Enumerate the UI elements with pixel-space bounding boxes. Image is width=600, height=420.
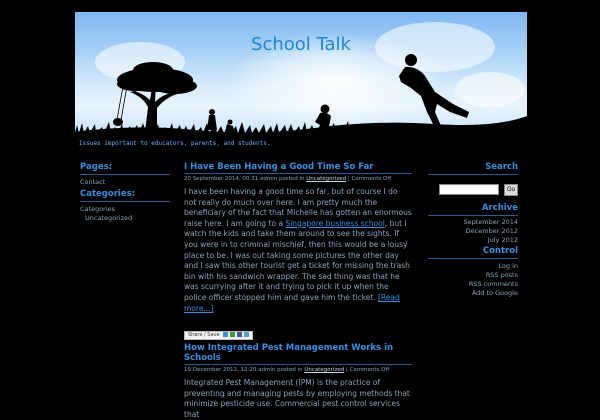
- post-body: Integrated Pest Management (IPM) is the …: [184, 378, 410, 419]
- login-link[interactable]: Log in: [428, 262, 518, 271]
- site-tagline: Issues important to educators, parents, …: [79, 140, 271, 147]
- control-heading: Control: [428, 246, 518, 259]
- post: How Integrated Pest Management Works in …: [184, 343, 412, 420]
- post-category-link[interactable]: Uncategorized: [304, 367, 344, 373]
- share-icon: [230, 332, 236, 338]
- header-banner: School Talk Issues important to educator…: [75, 12, 527, 148]
- main-content: I Have Been Having a Good Time So Far 20…: [184, 162, 412, 419]
- post-text: , but I watch the kids and take them aro…: [184, 218, 410, 302]
- search-heading: Search: [428, 162, 518, 175]
- left-sidebar: Pages: Contact Categories: Categories Un…: [80, 162, 170, 223]
- post-meta: 20 September 2014, 00:31 admin posted in…: [184, 176, 412, 182]
- post-comments: | Comments Off: [346, 176, 392, 182]
- share-icon: [223, 332, 229, 338]
- singapore-business-school-link[interactable]: Singapore business school: [285, 219, 384, 228]
- search-go-button[interactable]: Go: [503, 183, 518, 196]
- archive-list: September 2014 December 2012 July 2012: [428, 218, 518, 245]
- categories-heading: Categories:: [80, 189, 170, 202]
- share-save-button[interactable]: Share / Save: [184, 331, 254, 341]
- right-sidebar: Search Go Archive September 2014 Decembe…: [428, 162, 518, 298]
- pages-heading: Pages:: [80, 162, 170, 175]
- post-date: 19 December 2012, 12:20 admin posted in: [184, 367, 305, 373]
- header-silhouettes: [75, 54, 527, 148]
- category-link-uncategorized[interactable]: Uncategorized: [80, 214, 170, 223]
- post-meta: 19 December 2012, 12:20 admin posted in …: [184, 367, 412, 373]
- share-label: Share / Save: [188, 332, 220, 339]
- post: I Have Been Having a Good Time So Far 20…: [184, 162, 412, 341]
- post-title[interactable]: How Integrated Pest Management Works in …: [184, 343, 412, 365]
- facebook-icon: [237, 332, 243, 338]
- archive-link[interactable]: July 2012: [428, 236, 518, 245]
- categories-title: Categories: [80, 205, 116, 213]
- archive-link[interactable]: December 2012: [428, 227, 518, 236]
- post-comments: | Comments Off: [344, 367, 390, 373]
- search-input[interactable]: [438, 184, 499, 195]
- control-list: Log in RSS posts RSS comments Add to Goo…: [428, 262, 518, 298]
- site-title[interactable]: School Talk: [75, 34, 527, 55]
- post-title[interactable]: I Have Been Having a Good Time So Far: [184, 162, 412, 174]
- post-category-link[interactable]: Uncategorized: [306, 176, 346, 182]
- twitter-icon: [244, 332, 250, 338]
- add-to-google-link[interactable]: Add to Google: [428, 289, 518, 298]
- post-date: 20 September 2014, 00:31 admin posted in: [184, 176, 307, 182]
- sidebar-link-contact[interactable]: Contact: [80, 178, 170, 187]
- rss-posts-link[interactable]: RSS posts: [428, 271, 518, 280]
- rss-comments-link[interactable]: RSS comments: [428, 280, 518, 289]
- search-form: Go: [428, 179, 518, 198]
- archive-link[interactable]: September 2014: [428, 218, 518, 227]
- archive-heading: Archive: [428, 203, 518, 216]
- post-body: I have been having a good time so far, b…: [184, 187, 412, 314]
